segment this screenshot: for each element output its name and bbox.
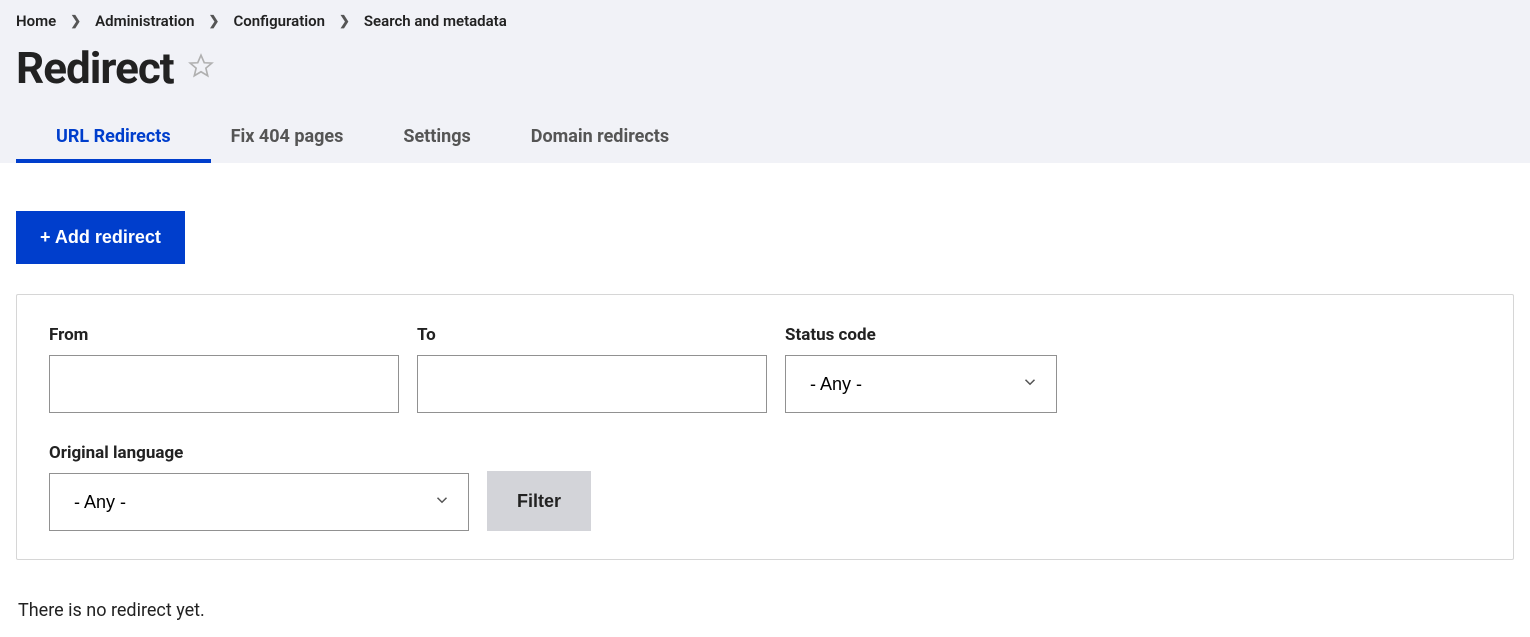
tab-settings[interactable]: Settings (403, 114, 470, 163)
chevron-right-icon: ❯ (70, 14, 81, 29)
tab-fix-404[interactable]: Fix 404 pages (231, 114, 344, 163)
chevron-right-icon: ❯ (339, 14, 350, 29)
from-input[interactable] (49, 355, 399, 413)
language-select[interactable]: - Any - (49, 473, 469, 531)
breadcrumb-item-home[interactable]: Home (16, 12, 56, 30)
empty-state-message: There is no redirect yet. (16, 600, 1514, 621)
to-input[interactable] (417, 355, 767, 413)
status-code-label: Status code (785, 325, 1057, 345)
to-label: To (417, 325, 767, 345)
from-label: From (49, 325, 399, 345)
breadcrumb-item-search-metadata[interactable]: Search and metadata (364, 12, 507, 30)
chevron-right-icon: ❯ (209, 14, 220, 29)
filter-panel: From To Status code - Any - (16, 294, 1514, 560)
page-title: Redirect (16, 42, 174, 94)
filter-button[interactable]: Filter (487, 471, 591, 531)
star-outline-icon[interactable] (188, 53, 214, 83)
breadcrumb: Home ❯ Administration ❯ Configuration ❯ … (16, 8, 1514, 38)
add-redirect-button[interactable]: + Add redirect (16, 211, 185, 264)
breadcrumb-item-configuration[interactable]: Configuration (233, 12, 325, 30)
language-label: Original language (49, 443, 469, 463)
tab-domain-redirects[interactable]: Domain redirects (531, 114, 669, 163)
status-code-select[interactable]: - Any - (785, 355, 1057, 413)
breadcrumb-item-administration[interactable]: Administration (95, 12, 194, 30)
tab-url-redirects[interactable]: URL Redirects (56, 114, 171, 163)
tabs: URL Redirects Fix 404 pages Settings Dom… (16, 114, 1514, 163)
